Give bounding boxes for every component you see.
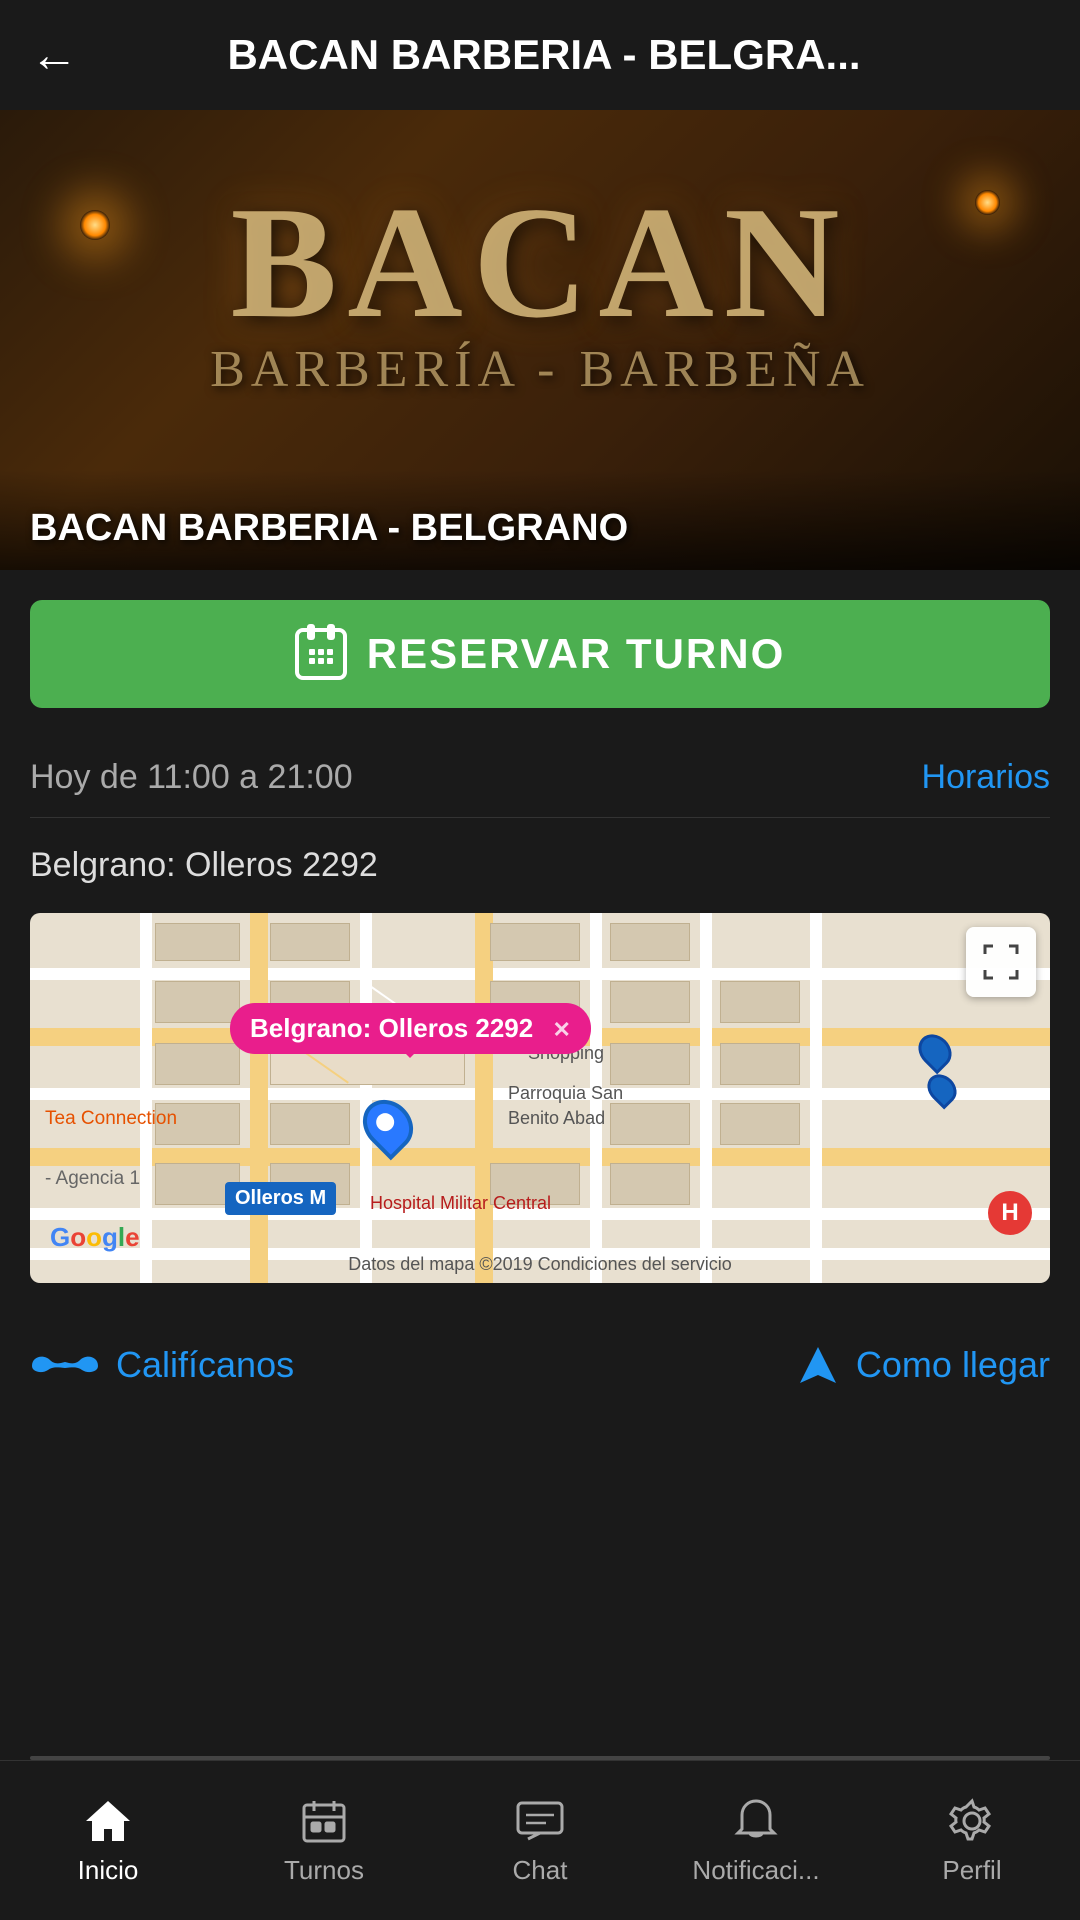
directions-button[interactable]: Como llegar bbox=[796, 1343, 1050, 1387]
directions-icon bbox=[796, 1343, 840, 1387]
map-expand-button[interactable] bbox=[966, 927, 1036, 997]
hero-business-name: BACAN BARBERIA - BELGRANO bbox=[30, 507, 628, 550]
reserve-button-label: RESERVAR TURNO bbox=[367, 630, 786, 678]
nav-label-notificaciones: Notificaci... bbox=[692, 1855, 819, 1886]
map-label-parroquia: Parroquia San bbox=[508, 1083, 623, 1104]
decorative-light-right bbox=[975, 190, 1000, 215]
content-area: RESERVAR TURNO Hoy de 11:00 a 21:00 Hora… bbox=[0, 600, 1080, 1407]
directions-label: Como llegar bbox=[856, 1344, 1050, 1386]
map-metro-label: Olleros M bbox=[225, 1182, 336, 1215]
mustache-icon bbox=[30, 1348, 100, 1383]
hours-text: Hoy de 11:00 a 21:00 bbox=[30, 758, 353, 797]
reserve-button[interactable]: RESERVAR TURNO bbox=[30, 600, 1050, 708]
hero-image: BACAN BARBERÍA - BARBEÑA BACAN BARBERIA … bbox=[0, 110, 1080, 570]
nav-item-perfil[interactable]: Perfil bbox=[864, 1779, 1080, 1902]
nav-item-notificaciones[interactable]: Notificaci... bbox=[648, 1779, 864, 1902]
map-label-tea: Tea Connection bbox=[45, 1108, 177, 1130]
chat-icon bbox=[514, 1795, 566, 1847]
pin-inner bbox=[372, 1109, 397, 1134]
address-text: Belgrano: Olleros 2292 bbox=[30, 846, 378, 884]
nav-item-inicio[interactable]: Inicio bbox=[0, 1779, 216, 1902]
google-logo: Google bbox=[50, 1222, 140, 1253]
map-tooltip-text: Belgrano: Olleros 2292 bbox=[250, 1013, 533, 1043]
nav-label-chat: Chat bbox=[513, 1855, 568, 1886]
map-container[interactable]: Tea Connection - Agencia 1 Parroquia San… bbox=[30, 913, 1050, 1283]
calendar-icon bbox=[295, 628, 347, 680]
nav-item-turnos[interactable]: Turnos bbox=[216, 1779, 432, 1902]
rate-button[interactable]: Califícanos bbox=[30, 1344, 294, 1386]
map-label-agencia: - Agencia 1 bbox=[45, 1168, 140, 1190]
map-tooltip: Belgrano: Olleros 2292 ✕ bbox=[230, 1003, 591, 1054]
nav-label-turnos: Turnos bbox=[284, 1855, 364, 1886]
parroquia-pin bbox=[921, 1068, 962, 1109]
home-icon bbox=[82, 1795, 134, 1847]
tooltip-close-button[interactable]: ✕ bbox=[552, 1017, 570, 1042]
hero-barberia-text: BARBERÍA - BARBEÑA bbox=[210, 340, 870, 399]
decorative-light-left bbox=[80, 210, 110, 240]
page-title: BACAN BARBERIA - BELGRA... bbox=[98, 31, 1050, 79]
calendar-nav-icon bbox=[298, 1795, 350, 1847]
hospital-marker: H bbox=[988, 1191, 1032, 1235]
map-label-benito: Benito Abad bbox=[508, 1108, 605, 1129]
bell-icon bbox=[730, 1795, 782, 1847]
rate-label: Califícanos bbox=[116, 1344, 294, 1386]
map-location-pin bbox=[365, 1098, 411, 1152]
nav-label-perfil: Perfil bbox=[942, 1855, 1001, 1886]
bottom-nav: Inicio Turnos Chat bbox=[0, 1760, 1080, 1920]
map-label-hospital: Hospital Militar Central bbox=[370, 1193, 551, 1214]
address-row: Belgrano: Olleros 2292 bbox=[30, 818, 1050, 913]
back-button[interactable]: ← bbox=[30, 28, 78, 83]
action-row: Califícanos Como llegar bbox=[30, 1313, 1050, 1407]
map-copyright: Datos del mapa ©2019 Condiciones del ser… bbox=[348, 1254, 731, 1275]
map-background: Tea Connection - Agencia 1 Parroquia San… bbox=[30, 913, 1050, 1283]
hours-link[interactable]: Horarios bbox=[922, 758, 1050, 797]
hero-bacan-text: BACAN bbox=[231, 170, 850, 355]
gear-icon bbox=[946, 1795, 998, 1847]
header: ← BACAN BARBERIA - BELGRA... bbox=[0, 0, 1080, 110]
nav-label-inicio: Inicio bbox=[78, 1855, 139, 1886]
nav-item-chat[interactable]: Chat bbox=[432, 1779, 648, 1902]
hours-row: Hoy de 11:00 a 21:00 Horarios bbox=[30, 738, 1050, 818]
